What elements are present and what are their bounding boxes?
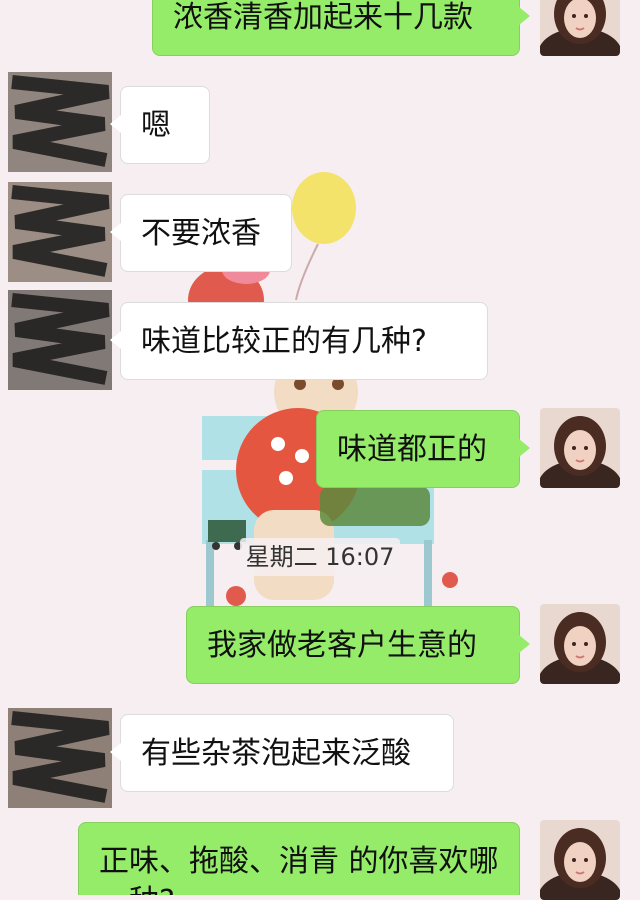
avatar-girl-photo-icon [540,0,620,56]
avatar-blurred-photo-icon [8,72,112,172]
contact-avatar[interactable] [8,708,112,808]
avatar-blurred-photo-icon [8,290,112,390]
avatar-blurred-photo-icon [8,708,112,808]
message-bubble-sent[interactable]: 我家做老客户生意的 [186,606,530,684]
avatar-blurred-photo-icon [8,182,112,282]
self-avatar[interactable] [540,820,620,900]
avatar-girl-photo-icon [540,604,620,684]
message-text: 不要浓香 [141,216,261,251]
message-bubble-received[interactable]: 不要浓香 [110,194,292,272]
message-bubble-sent[interactable]: 正味、拖酸、消青 的你喜欢哪一种? [78,822,520,895]
self-avatar[interactable] [540,604,620,684]
self-avatar[interactable] [540,0,620,56]
self-avatar[interactable] [540,408,620,488]
avatar-girl-photo-icon [540,408,620,488]
message-text: 有些杂茶泡起来泛酸 [141,736,411,771]
message-text: 正味、拖酸、消青 的你喜欢哪一种? [99,844,499,895]
message-text: 味道比较正的有几种? [141,324,427,359]
message-text: 我家做老客户生意的 [207,628,477,663]
contact-avatar[interactable] [8,72,112,172]
contact-avatar[interactable] [8,182,112,282]
message-text: 嗯 [141,108,171,143]
message-bubble-received[interactable]: 嗯 [110,86,210,164]
apple [226,586,246,606]
apple [442,572,458,588]
message-text: 味道都正的 [337,432,487,467]
avatar-girl-photo-icon [540,820,620,900]
message-timestamp: 星期二 16:07 [240,538,400,576]
message-bubble-sent[interactable]: 浓香清香加起来十几款 [152,0,530,56]
message-bubble-sent[interactable]: 味道都正的 [316,410,530,488]
message-bubble-received[interactable]: 有些杂茶泡起来泛酸 [110,714,454,792]
message-bubble-received[interactable]: 味道比较正的有几种? [110,302,488,380]
contact-avatar[interactable] [8,290,112,390]
message-text: 浓香清香加起来十几款 [173,0,473,35]
balloon-yellow [292,172,356,301]
